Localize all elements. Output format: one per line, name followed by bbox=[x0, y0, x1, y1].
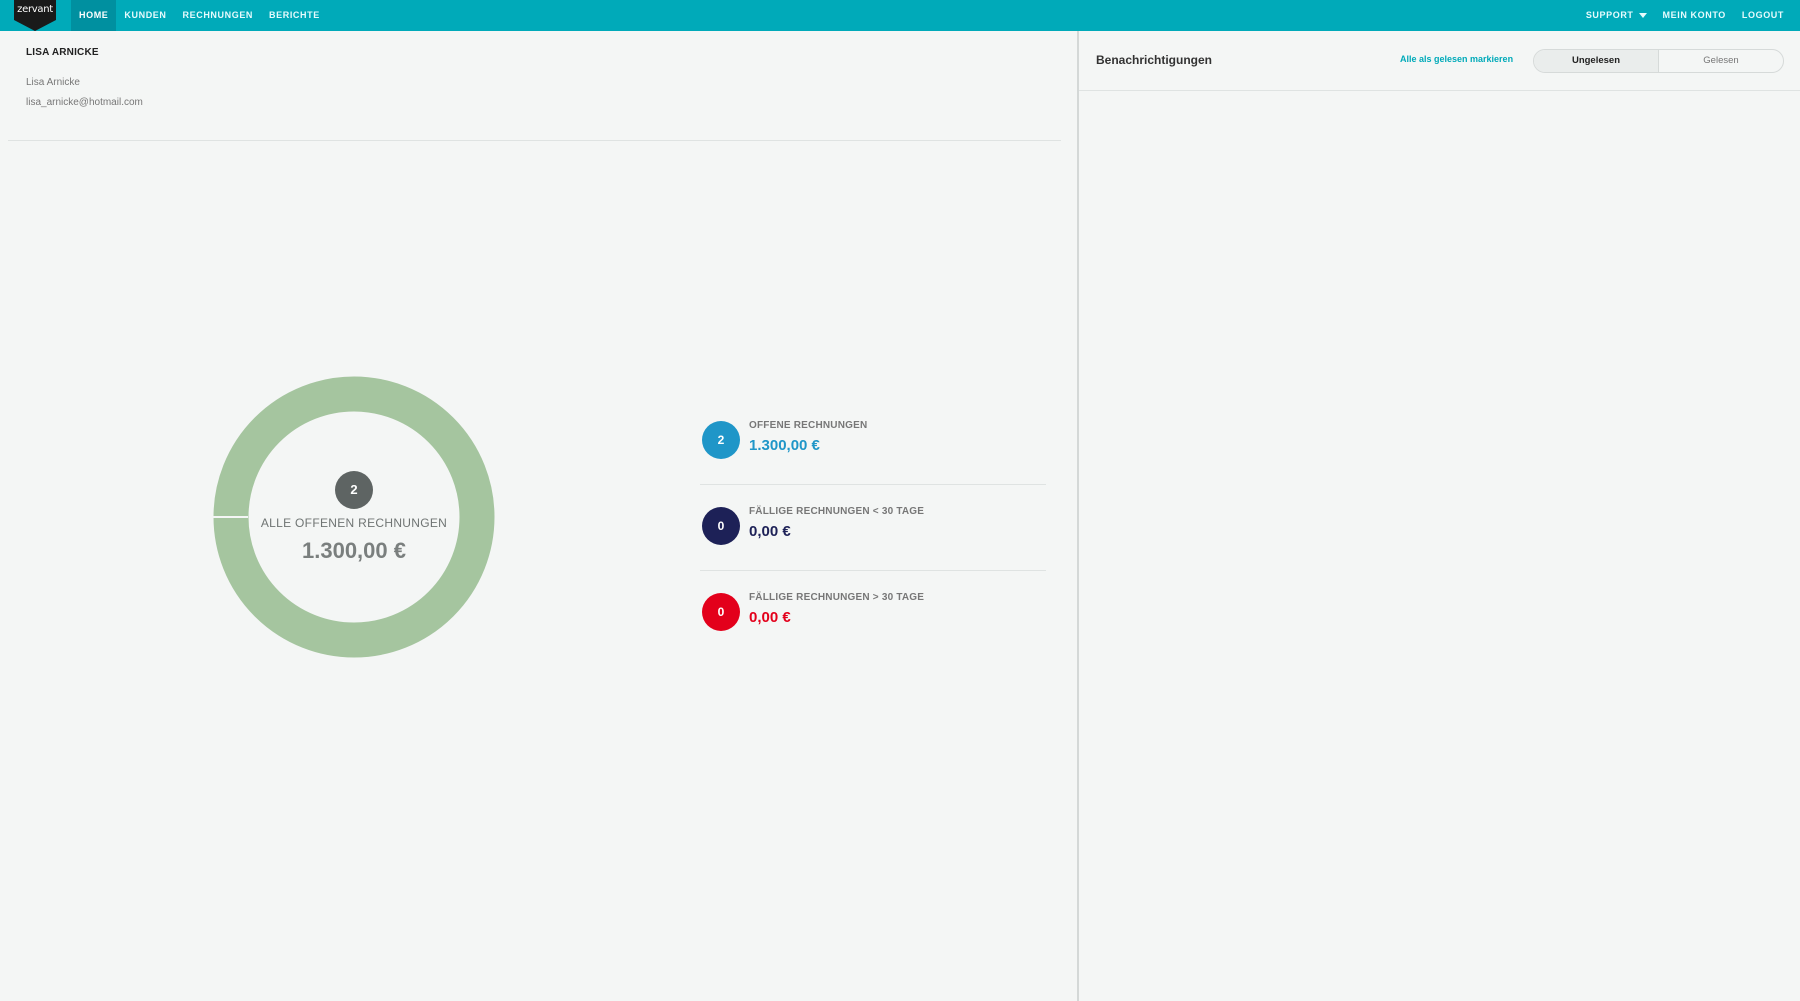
donut-label: ALLE OFFENEN RECHNUNGEN bbox=[260, 516, 448, 530]
zervant-logo[interactable]: zervant bbox=[14, 0, 56, 31]
summary-due-over-30[interactable]: 0 FÄLLIGE RECHNUNGEN > 30 TAGE 0,00 € bbox=[700, 571, 1046, 657]
notifications-panel: Benachrichtigungen Alle als gelesen mark… bbox=[1079, 31, 1800, 1001]
logout-link[interactable]: LOGOUT bbox=[1734, 0, 1792, 31]
summary-value: 1.300,00 € bbox=[749, 437, 820, 454]
top-navigation-bar: zervant HOME KUNDEN RECHNUNGEN BERICHTE … bbox=[0, 0, 1800, 31]
summary-open-invoices[interactable]: 2 OFFENE RECHNUNGEN 1.300,00 € bbox=[700, 399, 1046, 485]
summary-value: 0,00 € bbox=[749, 609, 791, 626]
notifications-title: Benachrichtigungen bbox=[1096, 53, 1213, 67]
support-menu[interactable]: SUPPORT bbox=[1578, 0, 1655, 31]
customer-heading: LISA ARNICKE bbox=[26, 47, 99, 58]
nav-kunden[interactable]: KUNDEN bbox=[116, 0, 174, 31]
mark-all-read-link[interactable]: Alle als gelesen markieren bbox=[1400, 54, 1513, 64]
nav-home[interactable]: HOME bbox=[71, 0, 117, 31]
count-badge: 0 bbox=[702, 593, 740, 631]
donut-total-value: 1.300,00 € bbox=[302, 538, 406, 563]
nav-berichte[interactable]: BERICHTE bbox=[261, 0, 328, 31]
nav-rechnungen[interactable]: RECHNUNGEN bbox=[175, 0, 262, 31]
count-badge: 0 bbox=[702, 507, 740, 545]
chevron-down-icon bbox=[1638, 13, 1647, 19]
account-nav: SUPPORT MEIN KONTO LOGOUT bbox=[1578, 0, 1792, 31]
open-invoices-donut-chart: 2 ALLE OFFENEN RECHNUNGEN 1.300,00 € bbox=[213, 376, 495, 658]
invoice-summary-list: 2 OFFENE RECHNUNGEN 1.300,00 € 0 FÄLLIGE… bbox=[700, 399, 1046, 657]
tab-read[interactable]: Gelesen bbox=[1659, 50, 1783, 72]
donut-count-badge: 2 bbox=[335, 471, 373, 509]
notifications-header: Benachrichtigungen Alle als gelesen mark… bbox=[1079, 31, 1800, 91]
divider bbox=[8, 140, 1061, 141]
donut-center: 2 ALLE OFFENEN RECHNUNGEN 1.300,00 € bbox=[213, 376, 495, 658]
read-filter-toggle: Ungelesen Gelesen bbox=[1533, 49, 1784, 73]
logo-text: zervant bbox=[17, 4, 53, 15]
summary-label: OFFENE RECHNUNGEN bbox=[749, 420, 868, 431]
customer-contact-name: Lisa Arnicke bbox=[26, 77, 80, 88]
summary-value: 0,00 € bbox=[749, 523, 791, 540]
support-label: SUPPORT bbox=[1585, 10, 1634, 20]
tab-unread[interactable]: Ungelesen bbox=[1534, 50, 1659, 72]
summary-label: FÄLLIGE RECHNUNGEN > 30 TAGE bbox=[749, 592, 925, 603]
nav-my-account[interactable]: MEIN KONTO bbox=[1655, 0, 1734, 31]
summary-due-under-30[interactable]: 0 FÄLLIGE RECHNUNGEN < 30 TAGE 0,00 € bbox=[700, 485, 1046, 571]
summary-label: FÄLLIGE RECHNUNGEN < 30 TAGE bbox=[749, 506, 925, 517]
customer-email: lisa_arnicke@hotmail.com bbox=[26, 97, 143, 108]
customer-overview-panel: LISA ARNICKE Lisa Arnicke lisa_arnicke@h… bbox=[0, 31, 1077, 1001]
count-badge: 2 bbox=[702, 421, 740, 459]
main-nav: HOME KUNDEN RECHNUNGEN BERICHTE bbox=[71, 0, 328, 31]
